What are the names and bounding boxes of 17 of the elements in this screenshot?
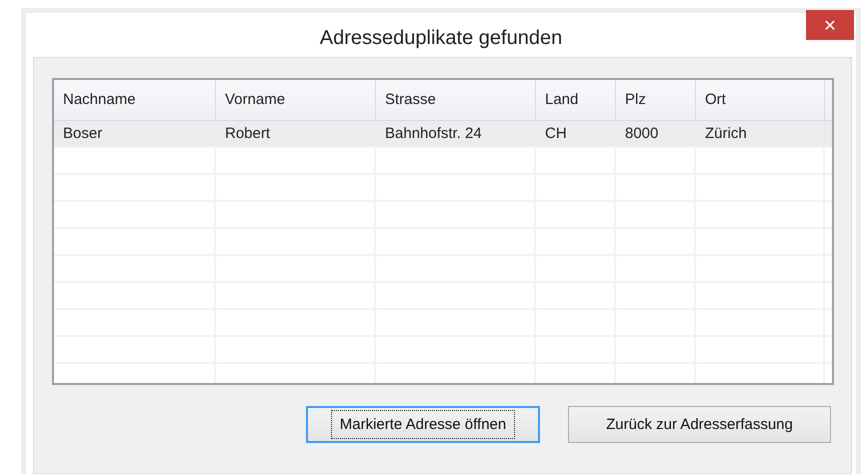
window-title: Adresseduplikate gefunden <box>320 26 562 50</box>
column-header[interactable]: Vorname <box>216 80 376 120</box>
table-cell-text: Bahnhofstr. 24 <box>384 124 483 144</box>
dialog-button[interactable]: Zurück zur Adresserfassung <box>568 406 831 443</box>
column-header[interactable]: Nachname <box>54 80 216 120</box>
column-header[interactable]: Plz <box>616 80 696 120</box>
table-row[interactable]: Boser Robert Bahnhofstr. 24 CH 8000 Zürich <box>54 121 832 148</box>
table-cell-text: Boser <box>62 124 104 144</box>
table-cell-text: 8000 <box>624 124 660 144</box>
column-header[interactable]: Strasse <box>376 80 536 120</box>
dialog-button[interactable]: Markierte Adresse öffnen <box>306 406 540 443</box>
table-cell-text: CH <box>544 124 568 144</box>
column-header[interactable]: Land <box>536 80 616 120</box>
column-header[interactable]: Ort <box>696 80 825 120</box>
close-button[interactable]: ✕ <box>806 10 854 40</box>
table-cell-text: Robert <box>224 124 272 144</box>
table-cell-text: Zürich <box>704 124 748 144</box>
